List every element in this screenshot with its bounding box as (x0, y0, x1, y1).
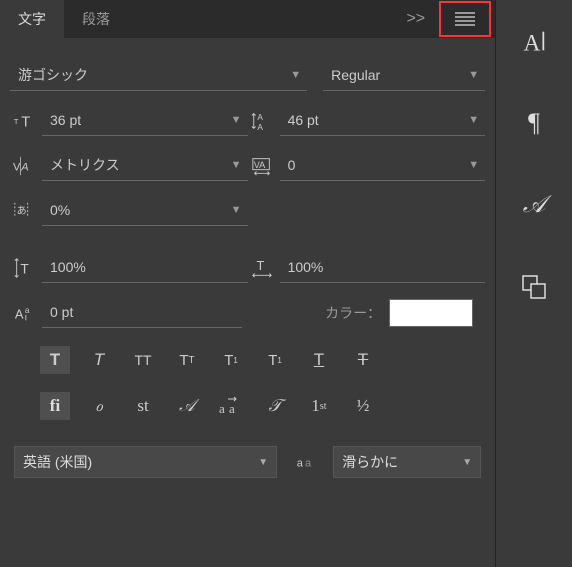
leading-field[interactable]: 46 pt▼ (280, 105, 486, 136)
svg-text:a: a (25, 306, 30, 315)
svg-text:T: T (20, 261, 29, 276)
fractions-button[interactable]: ½ (348, 392, 378, 420)
ordinals-button[interactable]: 1st (304, 392, 334, 420)
faux-italic-button[interactable]: T (84, 346, 114, 374)
expand-icon[interactable]: >> (396, 10, 435, 28)
contextual-alt-button[interactable]: ℴ (84, 392, 114, 420)
svg-text:A: A (524, 30, 541, 55)
faux-bold-button[interactable]: T (40, 346, 70, 374)
subscript-button[interactable]: T1 (260, 346, 290, 374)
color-swatch[interactable] (389, 299, 473, 327)
paragraph-panel-icon[interactable]: ¶ (513, 102, 555, 144)
swash-button[interactable]: 𝒜 (172, 392, 202, 420)
opentype-buttons: fi ℴ st 𝒜 aa 𝒯 1st ½ (0, 384, 495, 424)
svg-text:A: A (20, 161, 28, 173)
titling-alt-button[interactable]: 𝒯 (260, 392, 290, 420)
horizontal-scale-field[interactable]: 100% (280, 252, 486, 283)
svg-text:a: a (297, 458, 304, 470)
kerning-icon: VA (10, 154, 38, 178)
horizontal-scale-icon: T (248, 256, 276, 280)
svg-text:あ: あ (17, 204, 27, 216)
svg-text:A: A (257, 113, 263, 122)
tracking-field[interactable]: 0▼ (280, 150, 486, 181)
svg-text:VA: VA (253, 159, 265, 169)
svg-text:a: a (229, 401, 235, 416)
type-style-buttons: T T TT TT T1 T1 T T (0, 338, 495, 378)
underline-button[interactable]: T (304, 346, 334, 374)
character-panel: 文字 段落 >> 游ゴシック▼ Regular▼ TT 36 pt▼ (0, 0, 495, 567)
svg-text:A: A (257, 123, 263, 132)
language-select[interactable]: 英語 (米国)▼ (14, 446, 277, 478)
svg-text:a: a (305, 458, 312, 470)
layers-panel-icon[interactable] (513, 266, 555, 308)
panel-body: 游ゴシック▼ Regular▼ TT 36 pt▼ AA 46 pt▼ VA (0, 38, 495, 490)
superscript-button[interactable]: T1 (216, 346, 246, 374)
all-caps-button[interactable]: TT (128, 346, 158, 374)
anti-alias-icon: aa (291, 450, 319, 474)
tsume-field[interactable]: 0%▼ (42, 195, 248, 226)
svg-text:T: T (21, 114, 30, 130)
color-label: カラー： (325, 303, 381, 323)
svg-text:T: T (14, 116, 19, 125)
font-size-field[interactable]: 36 pt▼ (42, 105, 248, 136)
baseline-shift-field[interactable]: 0 pt (42, 297, 242, 328)
font-style-select[interactable]: Regular▼ (323, 60, 485, 91)
svg-text:a: a (219, 401, 225, 416)
ligatures-button[interactable]: fi (40, 392, 70, 420)
tab-character[interactable]: 文字 (0, 0, 64, 39)
baseline-shift-icon: Aa (10, 301, 38, 325)
leading-icon: AA (248, 109, 276, 133)
strikethrough-button[interactable]: T (348, 346, 378, 374)
tab-paragraph[interactable]: 段落 (64, 0, 128, 39)
panel-dock: A ¶ 𝒜 (495, 0, 572, 567)
kerning-field[interactable]: メトリクス▼ (42, 150, 248, 181)
panel-tabs: 文字 段落 >> (0, 0, 495, 38)
tsume-icon: あ (10, 199, 38, 223)
font-family-select[interactable]: 游ゴシック▼ (10, 60, 307, 91)
font-size-icon: TT (10, 109, 38, 133)
stylistic-alt-button[interactable]: aa (216, 392, 246, 420)
vertical-scale-icon: T (10, 256, 38, 280)
anti-alias-select[interactable]: 滑らかに▼ (333, 446, 481, 478)
small-caps-button[interactable]: TT (172, 346, 202, 374)
svg-text:T: T (256, 257, 264, 272)
svg-text:A: A (15, 306, 24, 321)
vertical-scale-field[interactable]: 100% (42, 252, 248, 283)
svg-text:V: V (13, 161, 21, 173)
flyout-highlight (439, 1, 491, 37)
discretionary-lig-button[interactable]: st (128, 392, 158, 420)
glyphs-panel-icon[interactable]: 𝒜 (513, 184, 555, 226)
tracking-icon: VA (248, 154, 276, 178)
panel-menu-icon[interactable] (455, 12, 475, 26)
character-panel-icon[interactable]: A (513, 20, 555, 62)
